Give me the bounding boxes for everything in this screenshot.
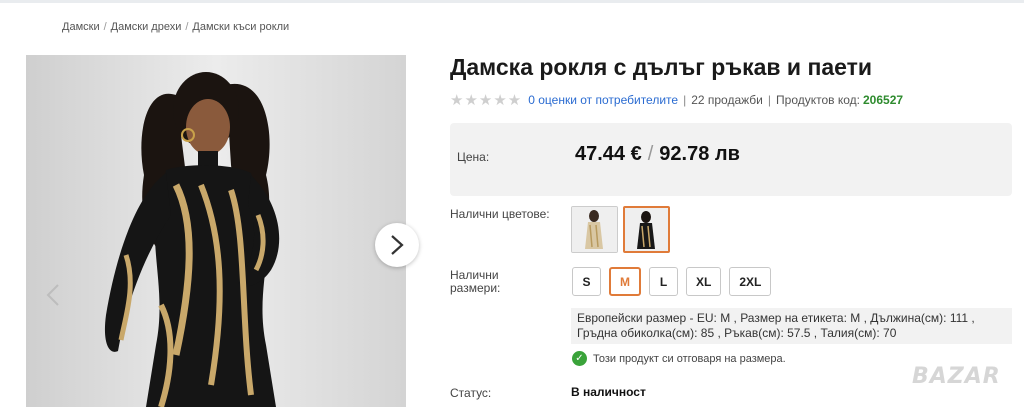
product-code-label: Продуктов код:	[776, 93, 860, 107]
price-box: Цена: 47.44 €/92.78 лв	[450, 123, 1012, 196]
rating-stars[interactable]: ★★★★★	[450, 91, 522, 109]
breadcrumb-item-women[interactable]: Дамски	[62, 21, 100, 33]
product-gallery[interactable]	[26, 55, 406, 407]
breadcrumb-separator: /	[103, 21, 107, 33]
size-details-line-1: Европейски размер - EU: M , Размер на ет…	[577, 311, 975, 325]
gallery-next-button[interactable]	[375, 223, 419, 267]
size-option-s[interactable]: S	[572, 267, 601, 296]
product-photo	[26, 55, 406, 407]
price-label: Цена:	[457, 150, 490, 164]
gold-dress-thumbnail	[572, 207, 617, 252]
size-option-l[interactable]: L	[649, 267, 678, 296]
product-title: Дамска рокля с дълъг ръкав и паети	[450, 54, 873, 80]
size-option-xl[interactable]: XL	[686, 267, 722, 296]
breadcrumb-item-women-clothes[interactable]: Дамски дрехи	[111, 21, 182, 33]
color-options	[571, 206, 670, 253]
breadcrumb-item-short-dresses[interactable]: Дамски къси рокли	[192, 21, 289, 33]
fit-note-text: Този продукт си отговаря на размера.	[593, 352, 786, 365]
product-code: 206527	[863, 93, 904, 107]
gallery-prev-button[interactable]	[46, 283, 72, 317]
breadcrumb-separator: /	[185, 21, 189, 33]
size-details: Европейски размер - EU: M , Размер на ет…	[571, 308, 1012, 344]
colors-label: Налични цветове:	[450, 207, 550, 221]
size-details-line-2: Гръдна обиколка(см): 85 , Ръкав(см): 57.…	[577, 326, 897, 340]
color-swatch-black-gold[interactable]	[623, 206, 670, 253]
size-options: S M L XL 2XL	[572, 267, 772, 296]
meta-separator: |	[767, 93, 772, 107]
price-bgn: 92.78 лв	[659, 143, 740, 165]
sales-count: 22 продажби	[691, 93, 763, 107]
size-option-2xl[interactable]: 2XL	[729, 267, 772, 296]
fit-note: ✓ Този продукт си отговаря на размера.	[572, 351, 786, 366]
status-label: Статус:	[450, 386, 492, 400]
check-circle-icon: ✓	[572, 351, 587, 366]
meta-separator: |	[683, 93, 687, 107]
bazar-logo: BAZAR	[912, 364, 1001, 389]
price-eur: 47.44 €	[575, 143, 642, 165]
size-option-m[interactable]: M	[609, 267, 641, 296]
product-meta: ★★★★★ 0 оценки от потребителите | 22 про…	[450, 91, 903, 109]
chevron-left-icon	[46, 284, 59, 306]
black-dress-thumbnail	[625, 208, 668, 251]
sizes-label: Налични размери:	[450, 268, 501, 295]
ratings-link[interactable]: 0 оценки от потребителите	[528, 93, 678, 107]
price-value: 47.44 €/92.78 лв	[575, 143, 740, 166]
top-border	[0, 0, 1024, 3]
status-value: В наличност	[571, 385, 646, 399]
price-separator: /	[647, 143, 654, 165]
breadcrumb: Дамски / Дамски дрехи / Дамски къси рокли	[62, 21, 289, 33]
color-swatch-gold[interactable]	[571, 206, 618, 253]
chevron-right-icon	[391, 235, 404, 255]
